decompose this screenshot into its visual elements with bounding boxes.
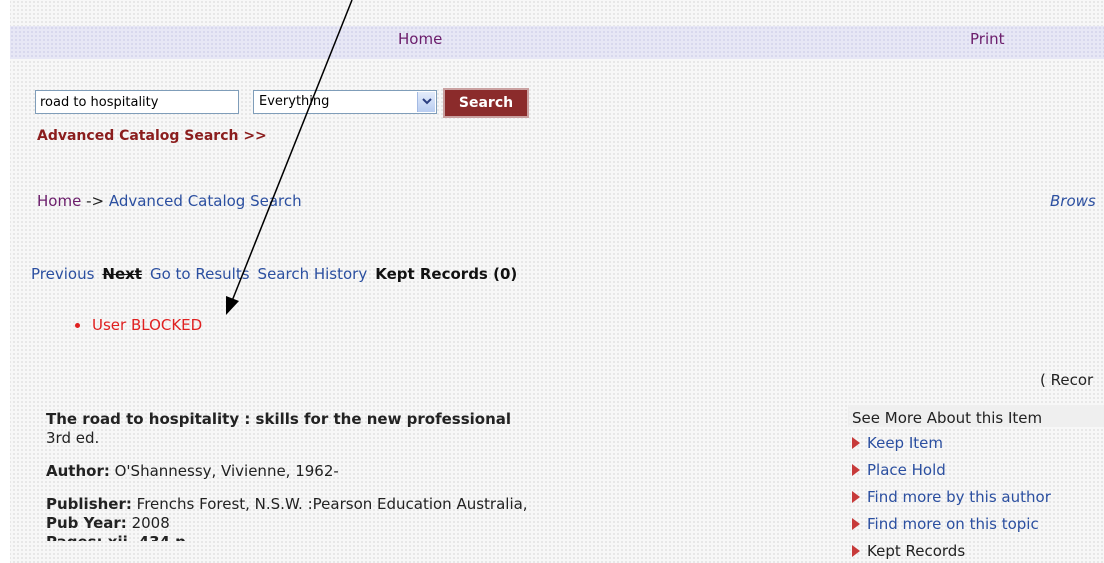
record-navigation: Previous Next Go to Results Search History K…: [31, 265, 517, 283]
kept-records-label: Kept Records (0): [375, 265, 518, 283]
search-scope-value: Everything: [259, 94, 330, 109]
sidebar-item-label: Find more on this topic: [867, 515, 1039, 533]
triangle-bullet-icon: [852, 545, 860, 557]
sidebar-item-label: Place Hold: [867, 461, 946, 479]
records-count: ( Recor: [1040, 371, 1094, 389]
pubyear-value: 2008: [131, 514, 170, 532]
record-pubyear: Pub Year: 2008: [46, 514, 806, 533]
record-edition: 3rd ed.: [46, 429, 100, 447]
publisher-value: Frenchs Forest, N.S.W. :Pearson Educatio…: [136, 495, 528, 513]
triangle-bullet-icon: [852, 518, 860, 530]
breadcrumb: Home -> Advanced Catalog Search: [37, 192, 302, 210]
breadcrumb-home-link[interactable]: Home: [37, 192, 81, 210]
topnav-print-link[interactable]: Print: [970, 30, 1005, 48]
browse-link[interactable]: Brows: [1050, 192, 1096, 210]
error-message: User BLOCKED: [75, 316, 202, 334]
sidebar-item-find-author[interactable]: Find more by this author: [848, 487, 1104, 508]
triangle-bullet-icon: [852, 491, 860, 503]
go-to-results-link[interactable]: Go to Results: [150, 265, 250, 283]
publisher-label: Publisher:: [46, 495, 132, 513]
triangle-bullet-icon: [852, 464, 860, 476]
search-input[interactable]: [35, 90, 239, 114]
breadcrumb-current-link[interactable]: Advanced Catalog Search: [109, 192, 302, 210]
search-button[interactable]: Search: [443, 88, 529, 118]
sidebar-item-label: Kept Records: [867, 542, 966, 560]
top-nav-bar: Home Print: [10, 26, 1104, 59]
record-publisher: Publisher: Frenchs Forest, N.S.W. :Pears…: [46, 495, 806, 514]
record-details: The road to hospitality : skills for the…: [46, 410, 806, 541]
sidebar-header: See More About this Item: [848, 405, 1104, 427]
breadcrumb-separator: ->: [86, 192, 105, 210]
pubyear-label: Pub Year:: [46, 514, 127, 532]
record-pages-partial: Pages: xii, 434 p.: [46, 533, 806, 541]
dropdown-arrow-icon[interactable]: [417, 92, 435, 112]
error-message-text: User BLOCKED: [92, 316, 203, 334]
topnav-home-link[interactable]: Home: [398, 30, 442, 48]
bullet-icon: [75, 323, 80, 328]
left-margin: [0, 0, 10, 563]
record-title: The road to hospitality : skills for the…: [46, 410, 512, 428]
author-value: O'Shannessy, Vivienne, 1962-: [114, 462, 339, 480]
record-author: Author: O'Shannessy, Vivienne, 1962-: [46, 462, 806, 481]
sidebar-item-find-topic[interactable]: Find more on this topic: [848, 514, 1104, 535]
search-scope-select[interactable]: Everything: [253, 90, 437, 114]
search-history-link[interactable]: Search History: [258, 265, 368, 283]
sidebar-item-kept-records[interactable]: Kept Records: [848, 541, 1104, 562]
sidebar-item-label: Keep Item: [867, 434, 943, 452]
sidebar-item-place-hold[interactable]: Place Hold: [848, 460, 1104, 481]
sidebar-item-label: Find more by this author: [867, 488, 1051, 506]
next-link-disabled: Next: [102, 265, 142, 283]
advanced-search-link[interactable]: Advanced Catalog Search >>: [37, 128, 267, 144]
triangle-bullet-icon: [852, 437, 860, 449]
previous-link[interactable]: Previous: [31, 265, 94, 283]
sidebar: See More About this Item Keep Item Place…: [848, 405, 1104, 562]
author-label: Author:: [46, 462, 110, 480]
sidebar-item-keep-item[interactable]: Keep Item: [848, 433, 1104, 454]
